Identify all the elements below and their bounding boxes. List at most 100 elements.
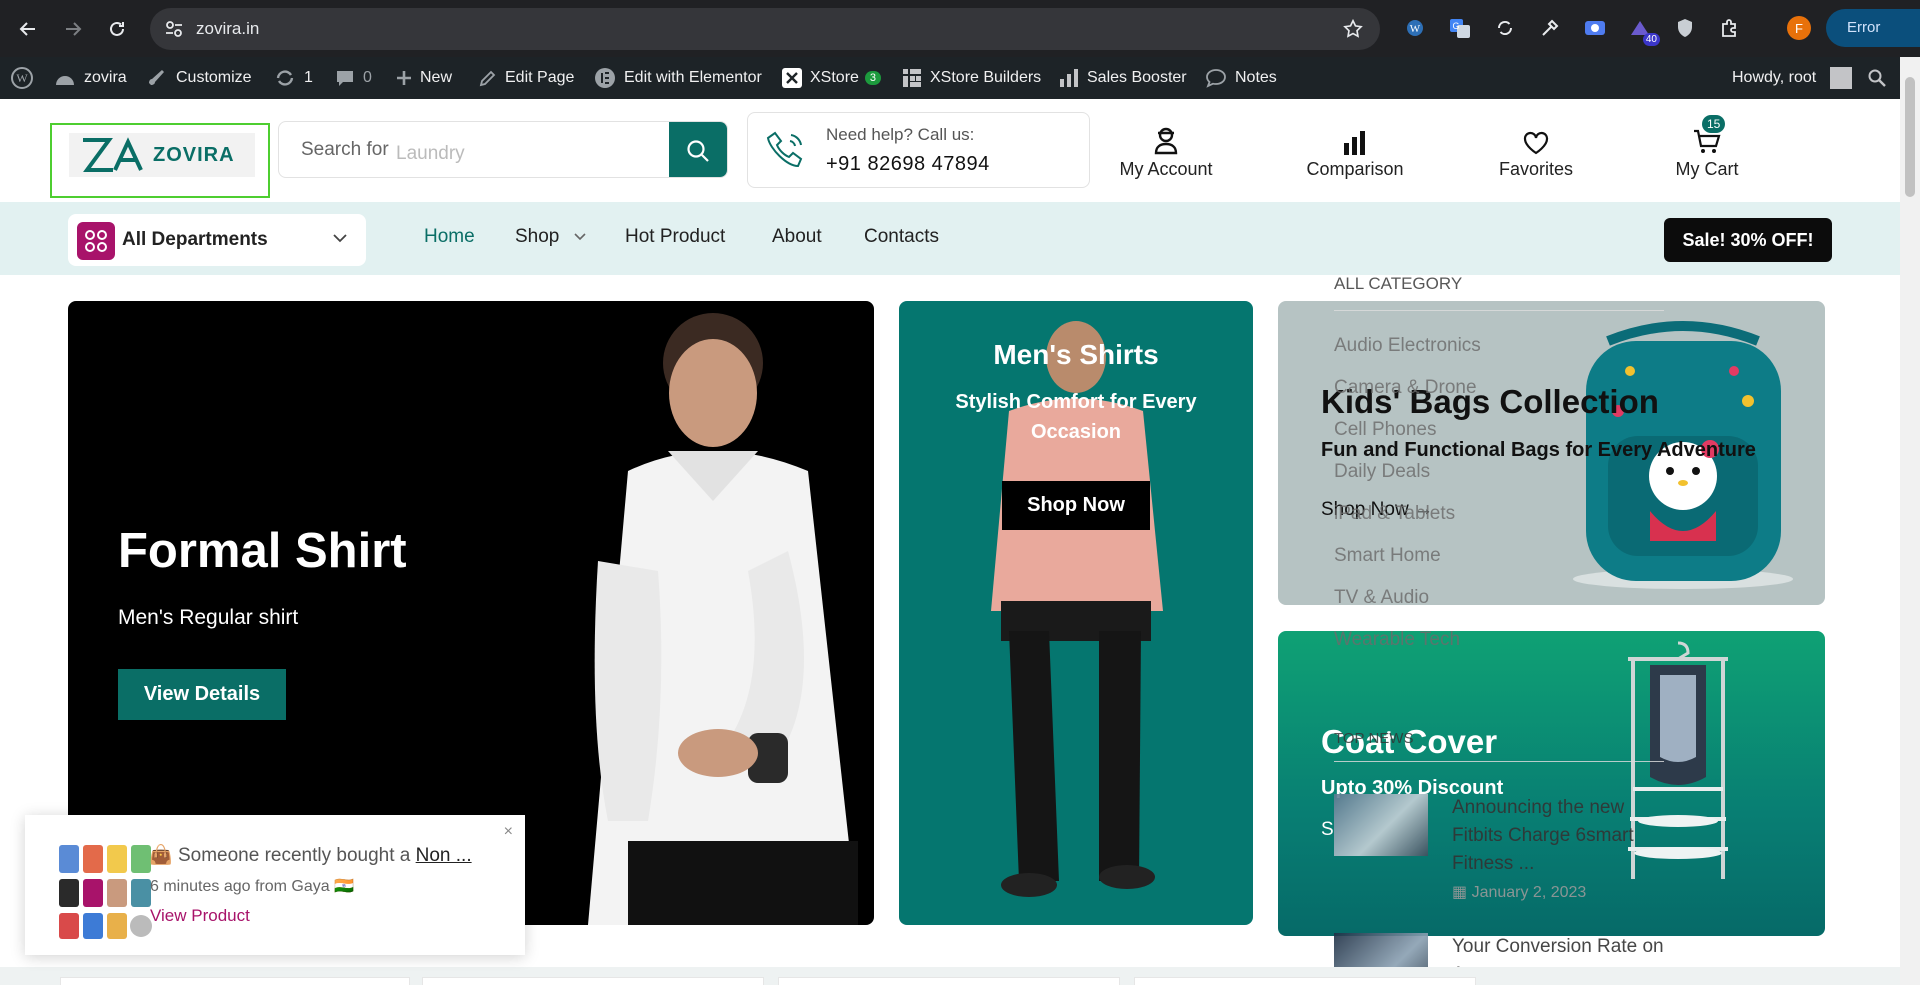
shop-now-button[interactable]: Shop Now bbox=[1002, 481, 1150, 530]
category-overlay-panel: ALL CATEGORY Audio Electronics Camera & … bbox=[1334, 274, 1664, 671]
address-bar[interactable]: zovira.in bbox=[150, 8, 1380, 50]
comment-icon bbox=[337, 71, 353, 86]
nav-home[interactable]: Home bbox=[424, 226, 475, 248]
sales-booster-menu[interactable]: Sales Booster bbox=[1059, 57, 1187, 99]
view-product-link[interactable]: View Product bbox=[150, 906, 250, 926]
nav-hot-product[interactable]: Hot Product bbox=[625, 226, 725, 248]
nav-about[interactable]: About bbox=[772, 226, 822, 248]
category-item[interactable]: Cell Phones bbox=[1334, 419, 1664, 461]
view-details-button[interactable]: View Details bbox=[118, 669, 286, 720]
wordpress-extension-icon[interactable]: W bbox=[1401, 14, 1429, 42]
category-item[interactable]: TV & Audio bbox=[1334, 587, 1664, 629]
customize-link[interactable]: Customize bbox=[148, 57, 252, 99]
nav-shop[interactable]: Shop bbox=[515, 226, 587, 248]
profile-avatar[interactable]: F bbox=[1787, 16, 1811, 40]
screen-capture-icon[interactable] bbox=[1581, 14, 1609, 42]
all-departments-label: All Departments bbox=[122, 229, 268, 250]
category-item[interactable]: Smart Home bbox=[1334, 545, 1664, 587]
sync-extension-icon[interactable] bbox=[1491, 14, 1519, 42]
favorites-label: Favorites bbox=[1498, 159, 1574, 179]
forward-button[interactable] bbox=[56, 12, 90, 46]
category-item[interactable]: Camera & Drone bbox=[1334, 377, 1664, 419]
purchased-product-link[interactable]: Non ... bbox=[416, 845, 472, 866]
my-account-link[interactable]: My Account bbox=[1119, 121, 1213, 180]
comments-count: 0 bbox=[363, 69, 372, 86]
category-item[interactable]: Daily Deals bbox=[1334, 461, 1664, 503]
all-departments-dropdown[interactable]: All Departments bbox=[68, 214, 366, 266]
product-card[interactable] bbox=[60, 977, 410, 985]
arrow-left-icon bbox=[19, 22, 35, 36]
nav-contacts[interactable]: Contacts bbox=[864, 226, 939, 248]
updates-icon bbox=[276, 70, 294, 86]
url-text[interactable]: zovira.in bbox=[196, 19, 259, 39]
coat-shop-link[interactable]: S bbox=[1321, 819, 1334, 841]
search-label: Search for bbox=[301, 139, 389, 160]
calendar-icon: ▦ bbox=[1452, 884, 1472, 901]
edit-page-label: Edit Page bbox=[505, 69, 575, 86]
my-cart-link[interactable]: 15 My Cart bbox=[1674, 115, 1740, 180]
main-navbar: All Departments Home Shop Hot Product Ab… bbox=[0, 202, 1900, 275]
new-content-link[interactable]: New bbox=[396, 57, 452, 99]
mens-shirts-banner[interactable]: Men's Shirts Stylish Comfort for Every O… bbox=[899, 301, 1253, 925]
updates-link[interactable]: 1 bbox=[274, 57, 313, 99]
xstore-menu[interactable]: XStore 3 bbox=[782, 57, 882, 99]
help-callbox: Need help? Call us: +91 82698 47894 bbox=[747, 112, 1090, 188]
search-icon bbox=[687, 139, 709, 162]
account-menu[interactable]: Howdy, root bbox=[1732, 57, 1853, 99]
comparison-link[interactable]: Comparison bbox=[1306, 121, 1404, 180]
category-item[interactable]: Wearable Tech bbox=[1334, 629, 1664, 671]
comments-link[interactable]: 0 bbox=[335, 57, 372, 99]
comparison-chart-icon bbox=[1344, 131, 1365, 155]
product-card[interactable] bbox=[422, 977, 764, 985]
departments-grid-icon bbox=[77, 222, 115, 260]
error-button[interactable]: Error bbox=[1826, 9, 1920, 47]
site-name-menu[interactable]: zovira bbox=[54, 57, 127, 99]
heart-icon bbox=[1523, 131, 1549, 155]
dashboard-icon bbox=[56, 76, 74, 85]
svg-text:G: G bbox=[1452, 21, 1459, 31]
search-input[interactable]: Laundry bbox=[396, 143, 465, 165]
formal-shirt-title: Formal Shirt bbox=[118, 524, 407, 578]
formal-shirt-subtitle: Men's Regular shirt bbox=[118, 606, 299, 629]
phone-number[interactable]: +91 82698 47894 bbox=[826, 153, 990, 176]
shopping-bag-icon: 👜 bbox=[149, 845, 173, 866]
search-button[interactable] bbox=[669, 122, 727, 177]
notes-menu[interactable]: Notes bbox=[1205, 57, 1277, 99]
site-settings-icon[interactable] bbox=[164, 19, 184, 39]
site-header: ZOVIRA Search for Laundry Need help? Cal… bbox=[0, 99, 1900, 202]
svg-text:W: W bbox=[1410, 23, 1421, 35]
scrollbar-thumb[interactable] bbox=[1905, 77, 1915, 197]
xstore-count-badge: 3 bbox=[864, 71, 882, 85]
admin-search[interactable] bbox=[1868, 57, 1886, 99]
page-scrollbar[interactable] bbox=[1900, 57, 1920, 985]
grid-icon bbox=[903, 69, 921, 87]
reload-button[interactable] bbox=[100, 12, 134, 46]
translate-extension-icon[interactable]: G bbox=[1446, 14, 1474, 42]
product-card[interactable] bbox=[1134, 977, 1476, 985]
elementor-link[interactable]: Edit with Elementor bbox=[594, 57, 762, 99]
extension-with-badge-icon[interactable]: 40 bbox=[1626, 14, 1660, 46]
edit-page-link[interactable]: Edit Page bbox=[479, 57, 574, 99]
favorites-link[interactable]: Favorites bbox=[1497, 121, 1575, 180]
bookmark-star-icon[interactable] bbox=[1342, 18, 1364, 40]
close-toast-button[interactable]: × bbox=[504, 823, 513, 841]
wp-logo-menu[interactable]: W bbox=[10, 57, 34, 99]
all-category-heading: ALL CATEGORY bbox=[1334, 274, 1664, 311]
product-card[interactable] bbox=[778, 977, 1120, 985]
extensions-puzzle-icon[interactable] bbox=[1716, 14, 1744, 42]
shield-extension-icon[interactable] bbox=[1671, 14, 1699, 42]
color-picker-icon[interactable] bbox=[1536, 14, 1564, 42]
back-button[interactable] bbox=[11, 12, 45, 46]
my-account-label: My Account bbox=[1119, 159, 1213, 179]
sale-button[interactable]: Sale! 30% OFF! bbox=[1664, 218, 1832, 262]
site-name: zovira bbox=[84, 69, 127, 86]
xstore-builders-menu[interactable]: XStore Builders bbox=[902, 57, 1041, 99]
chevron-down-icon bbox=[333, 234, 347, 243]
elementor-icon bbox=[595, 68, 615, 88]
category-item[interactable]: iPad & Tablets bbox=[1334, 503, 1664, 545]
news-title[interactable]: Announcing the new Fitbits Charge 6smart… bbox=[1452, 794, 1672, 878]
elementor-label: Edit with Elementor bbox=[624, 69, 762, 86]
category-item[interactable]: Audio Electronics bbox=[1334, 335, 1664, 377]
purchase-message: 👜 Someone recently bought a Non ... bbox=[149, 843, 472, 867]
site-logo[interactable]: ZOVIRA bbox=[50, 123, 270, 198]
